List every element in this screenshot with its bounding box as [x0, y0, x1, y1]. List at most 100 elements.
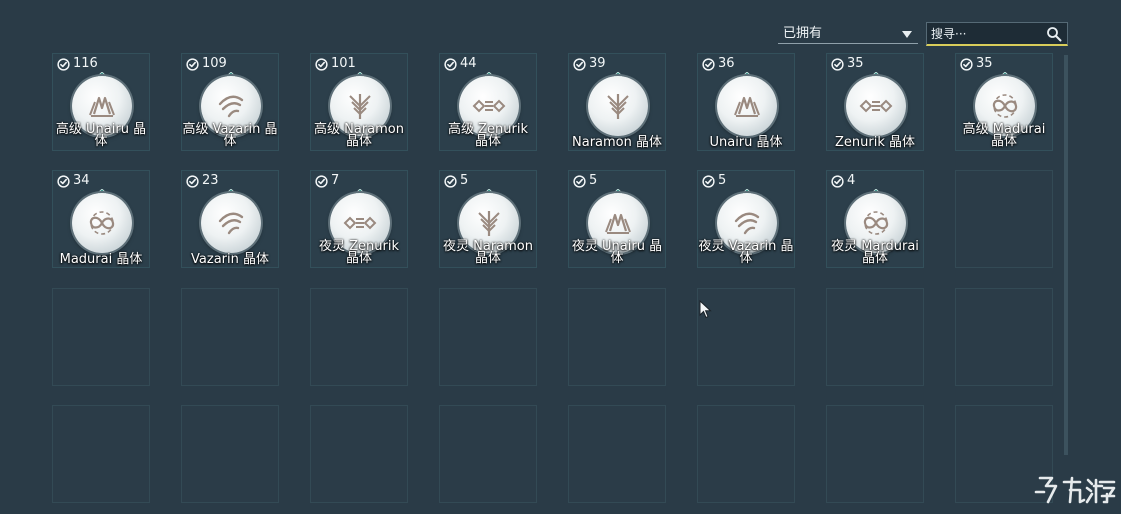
inventory-slot[interactable]: 5 夜灵 Unairu 晶体: [568, 170, 666, 268]
count-value: 7: [331, 173, 340, 188]
inventory-slot[interactable]: 39 Naramon 晶体: [568, 53, 666, 151]
vazarin-glyph-icon: [218, 212, 244, 235]
count-value: 34: [73, 173, 90, 188]
zenurik-glyph-icon: [343, 216, 377, 230]
empty-slot: [439, 405, 537, 503]
count-value: 36: [718, 56, 735, 71]
arcane-crystal-icon: [201, 193, 261, 253]
inventory-slot[interactable]: 7 夜灵 Zenurik 晶体: [310, 170, 408, 268]
naramon-glyph-icon: [349, 94, 371, 119]
search-input[interactable]: [931, 25, 1041, 43]
empty-slot: [568, 288, 666, 386]
filter-selected-label: 已拥有: [783, 26, 823, 41]
inventory-slot[interactable]: 35 高级 Madurai 晶体: [955, 53, 1053, 151]
empty-slot: [439, 288, 537, 386]
empty-slot: [310, 405, 408, 503]
vazarin-glyph-icon: [734, 212, 760, 235]
owned-check-icon: [831, 57, 844, 71]
madurai-glyph-icon: [992, 94, 1018, 118]
owned-check-icon: [186, 57, 199, 71]
empty-slot: [826, 405, 924, 503]
naramon-glyph-icon: [478, 211, 500, 236]
owned-count: 4: [831, 174, 855, 188]
inventory-slot[interactable]: 101 高级 Naramon 晶体: [310, 53, 408, 151]
ownership-filter-dropdown[interactable]: 已拥有: [778, 24, 918, 44]
owned-check-icon: [57, 174, 70, 188]
owned-count: 23: [186, 174, 219, 188]
item-name: Naramon 晶体: [572, 135, 662, 150]
owned-count: 5: [573, 174, 597, 188]
item-name: 夜灵 Mardurai 晶体: [831, 239, 919, 266]
item-name: 高级 Naramon 晶体: [314, 122, 404, 149]
owned-count: 39: [573, 57, 606, 71]
owned-count: 44: [444, 57, 477, 71]
item-name: 高级 Unairu 晶体: [55, 122, 147, 149]
empty-slot: [52, 288, 150, 386]
owned-check-icon: [444, 57, 457, 71]
owned-check-icon: [831, 174, 844, 188]
site-logo-icon: [1034, 476, 1116, 504]
inventory-slot[interactable]: 44 高级 Zenurik 晶体: [439, 53, 537, 151]
search-box: [926, 22, 1068, 46]
inventory-slot[interactable]: 35 Zenurik 晶体: [826, 53, 924, 151]
count-value: 5: [589, 173, 598, 188]
owned-check-icon: [573, 57, 586, 71]
owned-count: 101: [315, 57, 356, 71]
arcane-crystal-icon: [846, 76, 906, 136]
caret-down-icon: [902, 31, 912, 38]
owned-count: 35: [960, 57, 993, 71]
count-value: 4: [847, 173, 856, 188]
inventory-slot[interactable]: 116 高级 Unairu 晶体: [52, 53, 150, 151]
count-value: 116: [73, 56, 98, 71]
empty-slot: [181, 288, 279, 386]
unairu-glyph-icon: [734, 96, 760, 117]
item-name: 高级 Zenurik 晶体: [448, 122, 528, 149]
empty-slot: [826, 288, 924, 386]
item-name: 夜灵 Zenurik 晶体: [319, 239, 399, 266]
vazarin-glyph-icon: [218, 95, 244, 118]
owned-count: 109: [186, 57, 227, 71]
owned-check-icon: [186, 174, 199, 188]
item-name: 高级 Vazarin 晶体: [182, 122, 278, 149]
inventory-slot[interactable]: 109 高级 Vazarin 晶体: [181, 53, 279, 151]
madurai-glyph-icon: [863, 211, 889, 235]
count-value: 35: [847, 56, 864, 71]
item-name: 夜灵 Naramon 晶体: [443, 239, 533, 266]
zenurik-glyph-icon: [859, 99, 893, 113]
empty-slot: [310, 288, 408, 386]
unairu-glyph-icon: [89, 96, 115, 117]
item-name: Zenurik 晶体: [835, 135, 915, 150]
owned-check-icon: [702, 57, 715, 71]
empty-slot: [955, 288, 1053, 386]
count-value: 44: [460, 56, 477, 71]
owned-count: 116: [57, 57, 98, 71]
owned-check-icon: [315, 174, 328, 188]
owned-count: 5: [444, 174, 468, 188]
inventory-slot[interactable]: 23 Vazarin 晶体: [181, 170, 279, 268]
zenurik-glyph-icon: [472, 99, 506, 113]
naramon-glyph-icon: [607, 94, 629, 119]
owned-count: 5: [702, 174, 726, 188]
owned-count: 35: [831, 57, 864, 71]
inventory-slot[interactable]: 5 夜灵 Naramon 晶体: [439, 170, 537, 268]
inventory-slot[interactable]: 34 Madurai 晶体: [52, 170, 150, 268]
item-name: 夜灵 Unairu 晶体: [571, 239, 663, 266]
empty-slot: [52, 405, 150, 503]
madurai-glyph-icon: [89, 211, 115, 235]
count-value: 5: [460, 173, 469, 188]
count-value: 101: [331, 56, 356, 71]
count-value: 5: [718, 173, 727, 188]
item-name: Vazarin 晶体: [191, 252, 269, 267]
scrollbar[interactable]: [1064, 55, 1068, 455]
owned-check-icon: [315, 57, 328, 71]
item-name: 夜灵 Vazarin 晶体: [698, 239, 794, 266]
toolbar: 已拥有: [778, 22, 1068, 46]
inventory-slot[interactable]: 5 夜灵 Vazarin 晶体: [697, 170, 795, 268]
owned-check-icon: [573, 174, 586, 188]
count-value: 39: [589, 56, 606, 71]
owned-count: 34: [57, 174, 90, 188]
inventory-slot[interactable]: 36 Unairu 晶体: [697, 53, 795, 151]
search-icon[interactable]: [1046, 26, 1062, 42]
inventory-slot[interactable]: 4 夜灵 Mardurai 晶体: [826, 170, 924, 268]
owned-check-icon: [702, 174, 715, 188]
